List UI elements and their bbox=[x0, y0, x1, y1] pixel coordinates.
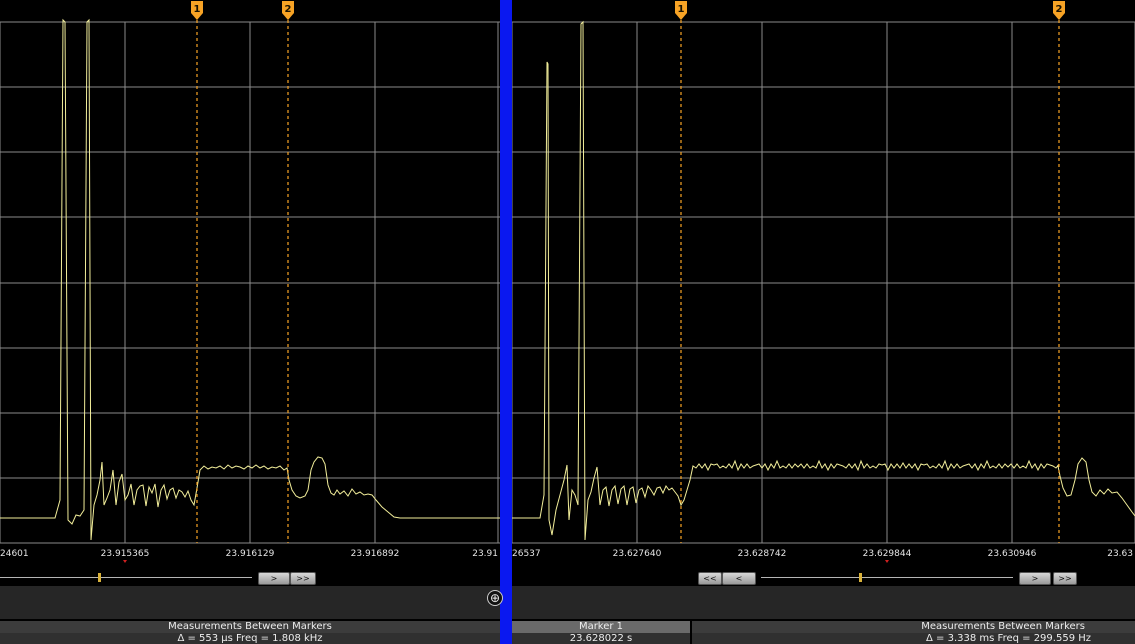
x-tick-label: 23.628742 bbox=[738, 549, 787, 559]
left-markers[interactable]: 12 bbox=[191, 1, 294, 543]
x-tick-label: 23.915365 bbox=[101, 549, 150, 559]
left-info-band bbox=[0, 586, 500, 619]
x-tick-label: 23.916892 bbox=[351, 549, 400, 559]
left-measure-value: Δ = 553 µs Freq = 1.808 kHz bbox=[0, 633, 500, 644]
left-x-axis: 24601 23.915365 23.916129 23.916892 23.91 bbox=[0, 549, 498, 559]
marker1-title: Marker 1 bbox=[512, 621, 690, 633]
right-trigger-indicator-icon bbox=[885, 560, 889, 563]
marker-number: 2 bbox=[285, 4, 292, 15]
x-tick-label: 23.916129 bbox=[226, 549, 275, 559]
marker-number: 1 bbox=[194, 4, 201, 15]
right-measure-value-text: Δ = 3.338 ms Freq = 299.559 Hz bbox=[926, 633, 1091, 644]
left-next-button[interactable]: > bbox=[258, 572, 290, 585]
pane-divider[interactable] bbox=[500, 0, 512, 644]
right-scroll-track[interactable] bbox=[761, 577, 1013, 578]
x-tick-label: 23.630946 bbox=[988, 549, 1037, 559]
right-plot[interactable]: 12 26537 23.627640 23.628742 23.629844 23.63… bbox=[512, 0, 1135, 568]
right-end-button[interactable]: >> bbox=[1053, 572, 1077, 585]
x-tick-label: 23.629844 bbox=[863, 549, 912, 559]
marker-number: 1 bbox=[678, 4, 685, 15]
marker-number: 2 bbox=[1056, 4, 1063, 15]
left-measure-title: Measurements Between Markers bbox=[0, 621, 500, 633]
left-end-button[interactable]: >> bbox=[290, 572, 316, 585]
right-x-axis: 26537 23.627640 23.628742 23.629844 23.63094… bbox=[512, 549, 1133, 559]
crosshair-circle-icon[interactable]: ⊕ bbox=[487, 590, 503, 606]
right-prev-button[interactable]: < bbox=[722, 572, 756, 585]
x-tick-label: 26537 bbox=[512, 549, 541, 559]
right-signal-trace bbox=[512, 20, 1135, 541]
right-measure-title-text: Measurements Between Markers bbox=[921, 621, 1085, 632]
left-scroll-thumb[interactable] bbox=[98, 573, 101, 582]
x-tick-label: 23.627640 bbox=[613, 549, 662, 559]
right-trace-pane[interactable]: 12 26537 23.627640 23.628742 23.629844 23.63… bbox=[512, 0, 1135, 644]
x-tick-label: 24601 bbox=[0, 549, 29, 559]
right-next-button[interactable]: > bbox=[1019, 572, 1051, 585]
right-info-band bbox=[512, 586, 1135, 619]
x-tick-label: 23.63 bbox=[1107, 549, 1133, 559]
left-plot[interactable]: 12 24601 23.915365 23.916129 23.916892 23.91 bbox=[0, 0, 500, 568]
marker1-value: 23.628022 s bbox=[512, 633, 690, 644]
left-grid bbox=[0, 21, 500, 544]
left-scroll-track[interactable] bbox=[0, 577, 252, 578]
left-trace-pane[interactable]: 12 24601 23.915365 23.916129 23.916892 23.91… bbox=[0, 0, 500, 644]
left-trigger-indicator-icon bbox=[123, 560, 127, 563]
right-measure-title: Measurements Between Markers bbox=[692, 621, 1135, 633]
right-start-button[interactable]: << bbox=[698, 572, 722, 585]
right-markers[interactable]: 12 bbox=[675, 1, 1065, 543]
right-scroll-thumb[interactable] bbox=[859, 573, 862, 582]
right-measure-value: Δ = 3.338 ms Freq = 299.559 Hz bbox=[692, 633, 1135, 644]
x-tick-label: 23.91 bbox=[472, 549, 498, 559]
